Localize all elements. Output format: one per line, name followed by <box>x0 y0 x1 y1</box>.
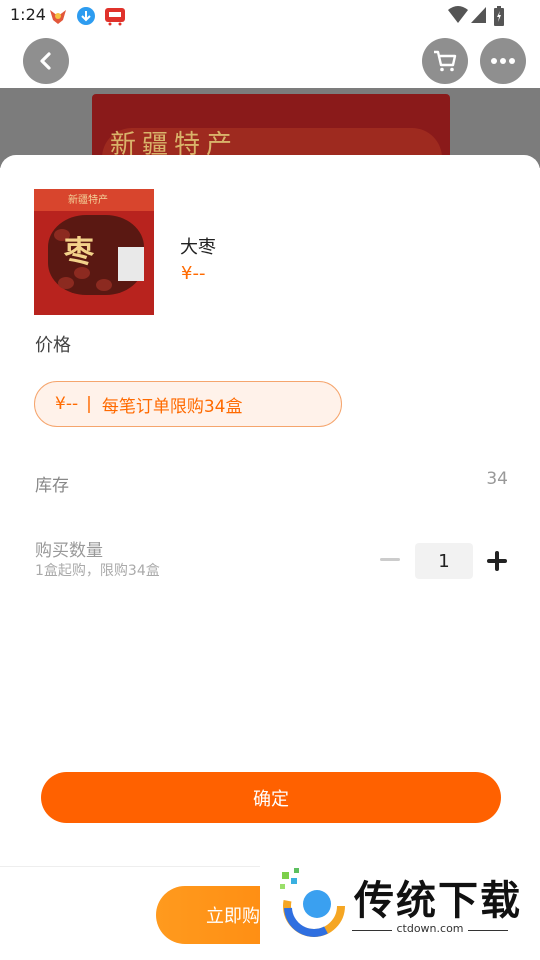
chevron-left-icon <box>40 52 51 70</box>
watermark-logo-icon <box>280 868 345 937</box>
spec-option-limit: 每笔订单限购34盒 <box>101 396 243 417</box>
product-price: ¥-- <box>181 263 206 284</box>
status-bar: 1:24 <box>0 0 540 32</box>
more-icon <box>491 58 515 64</box>
battery-icon <box>494 6 504 30</box>
sku-bottom-sheet: 新疆特产 枣 大枣 ¥-- 价格 ¥-- | 每笔订单限购34盒 库存 34 购… <box>0 155 540 865</box>
increase-quantity-button[interactable] <box>485 549 509 573</box>
watermark-text: 传统下载 <box>354 878 522 924</box>
spec-option-separator: | <box>86 394 92 414</box>
cart-icon <box>434 50 457 72</box>
more-button[interactable] <box>480 38 526 84</box>
wifi-icon <box>448 6 468 28</box>
product-thumbnail: 新疆特产 枣 <box>34 189 154 315</box>
buy-now-label: 立即购 <box>206 906 260 927</box>
price-section-label: 价格 <box>35 335 71 356</box>
spec-option-price: ¥-- <box>55 394 79 414</box>
stock-value: 34 <box>486 469 508 489</box>
back-button[interactable] <box>23 38 69 84</box>
download-icon <box>76 6 96 26</box>
confirm-button[interactable]: 确定 <box>41 772 501 823</box>
cart-button[interactable] <box>422 38 468 84</box>
status-time: 1:24 <box>10 5 46 24</box>
decrease-quantity-button[interactable] <box>378 547 402 571</box>
quantity-input[interactable]: 1 <box>415 543 473 579</box>
watermark-url: ctdown.com <box>396 922 464 935</box>
spec-option-chip[interactable]: ¥-- | 每笔订单限购34盒 <box>34 381 342 427</box>
quantity-label: 购买数量 <box>35 541 103 561</box>
quantity-hint: 1盒起购，限购34盒 <box>35 563 160 579</box>
minus-icon <box>380 557 400 561</box>
app-notification-icon <box>48 6 68 26</box>
signal-icon <box>470 6 486 28</box>
shop-notification-icon <box>104 6 125 26</box>
product-name: 大枣 <box>180 237 216 258</box>
watermark: 传统下载 ctdown.com <box>260 858 540 950</box>
stock-label: 库存 <box>35 476 69 496</box>
